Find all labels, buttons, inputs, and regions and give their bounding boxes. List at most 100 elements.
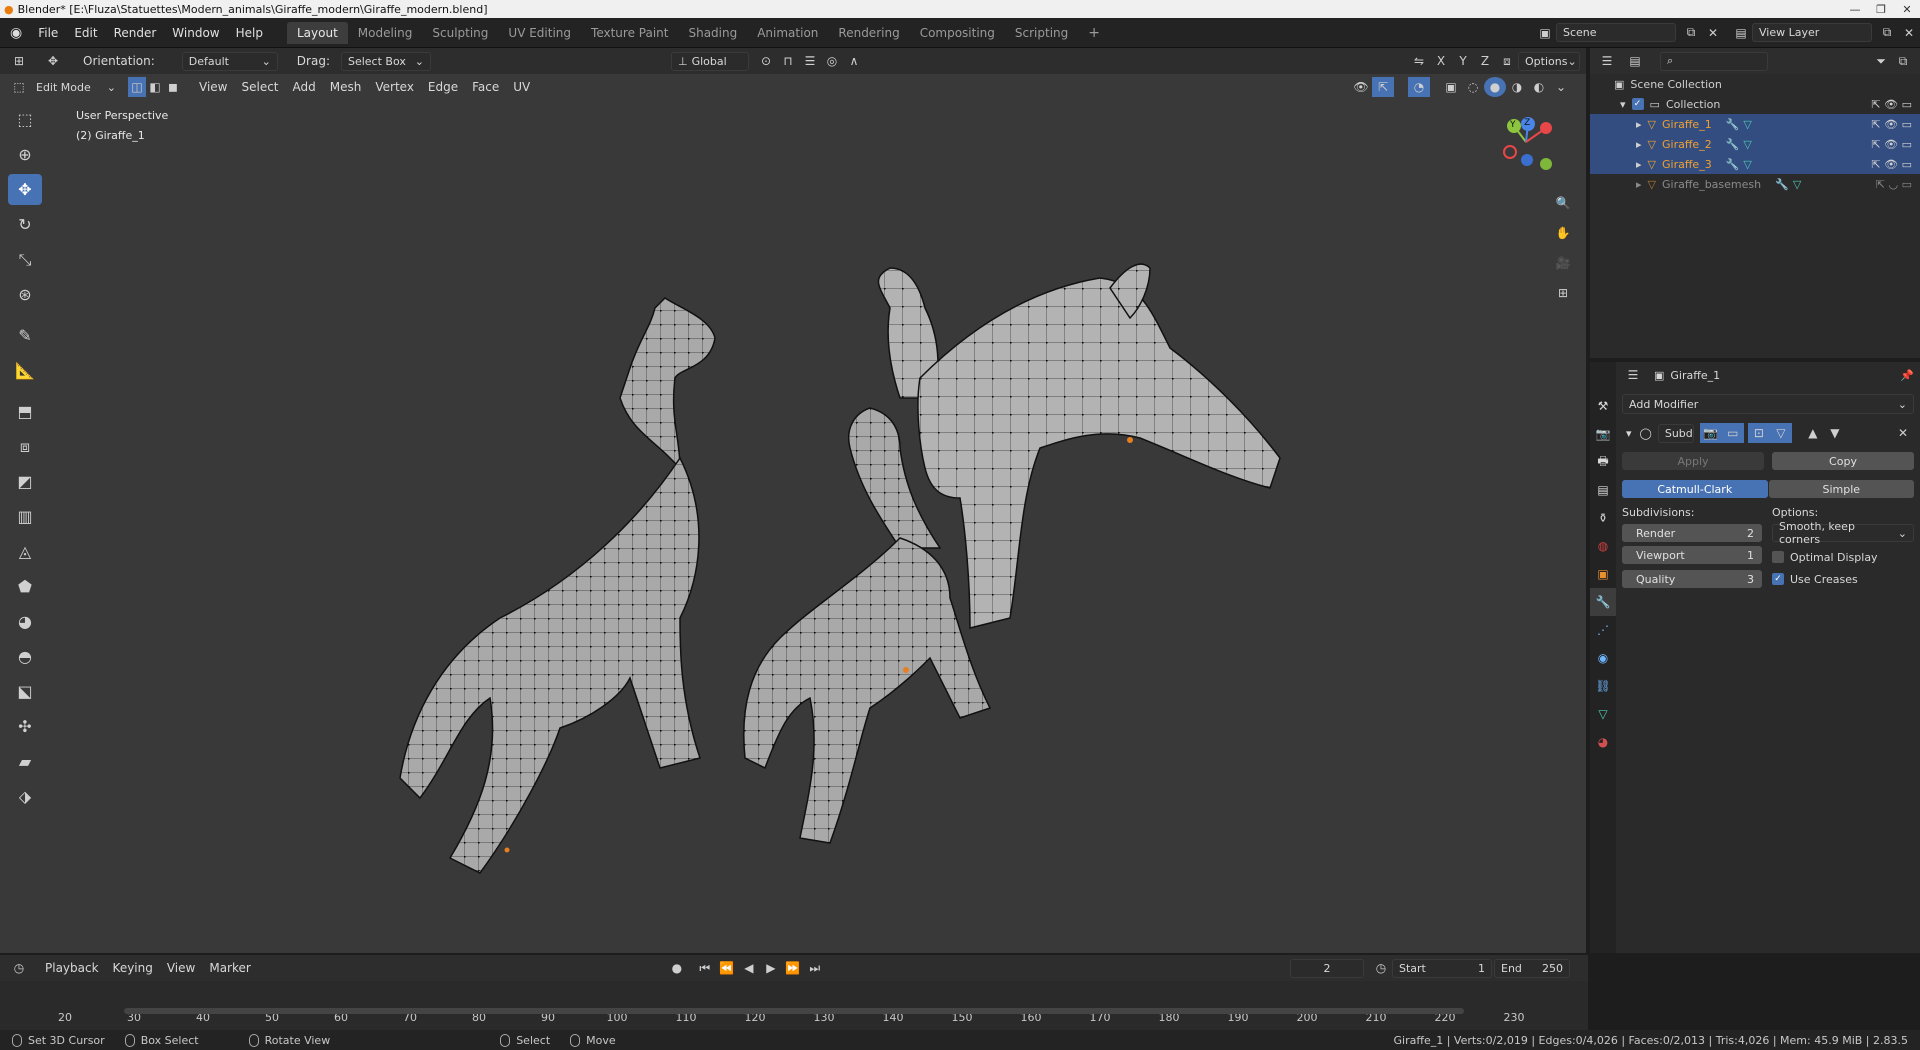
show-in-editmode-icon[interactable]: 📷 xyxy=(1699,423,1722,443)
camera-view-icon[interactable]: 🎥 xyxy=(1552,248,1574,278)
item-restrict-icons[interactable]: ⇱ ◡ ▭ xyxy=(1876,178,1912,191)
maximize-button[interactable]: ❐ xyxy=(1868,3,1894,16)
viewport-levels-field[interactable]: Viewport 1 xyxy=(1622,546,1762,564)
drag-dropdown[interactable]: Select Box ⌄ xyxy=(340,51,431,71)
boundary-smooth-dropdown[interactable]: Smooth, keep corners ⌄ xyxy=(1772,520,1914,546)
output-tab-icon[interactable]: 🖶 xyxy=(1590,448,1616,476)
measure-tool-icon[interactable]: 📐 xyxy=(8,355,42,386)
data-tab-icon[interactable]: ▽ xyxy=(1590,700,1616,728)
orientation-dropdown[interactable]: Default ⌄ xyxy=(181,51,278,71)
blender-menu-icon[interactable]: ◉ xyxy=(0,25,30,41)
item-restrict-icons[interactable]: ⇱ 👁 ▭ xyxy=(1871,138,1912,151)
snap-target-icon[interactable]: ☰ xyxy=(799,51,821,71)
tool-tab-icon[interactable]: ⚒ xyxy=(1590,392,1616,420)
menu-timeline-view[interactable]: View xyxy=(160,961,202,975)
pin-icon[interactable]: 📌 xyxy=(1900,369,1914,382)
use-creases-checkbox[interactable]: ✓ Use Creases xyxy=(1772,568,1914,590)
bevel-tool-icon[interactable]: ◩ xyxy=(8,466,42,497)
properties-editor-icon[interactable]: ☰ xyxy=(1622,365,1644,385)
new-view-layer-icon[interactable]: ⧉ xyxy=(1876,23,1898,43)
world-tab-icon[interactable]: ◍ xyxy=(1590,532,1616,560)
minimize-button[interactable]: — xyxy=(1842,3,1868,16)
render-levels-field[interactable]: Render 2 xyxy=(1622,524,1762,542)
current-frame-field[interactable]: 2 xyxy=(1290,958,1364,978)
quality-field[interactable]: Quality 3 xyxy=(1622,570,1762,588)
collapse-arrow-icon[interactable]: ▾ xyxy=(1626,427,1632,440)
modifier-name-field[interactable]: Subd xyxy=(1657,423,1694,443)
new-collection-icon[interactable]: ⧉ xyxy=(1892,51,1914,71)
overlays-icon[interactable]: ◔ xyxy=(1408,77,1430,97)
view-layer-tab-icon[interactable]: ▤ xyxy=(1590,476,1616,504)
jump-end-icon[interactable]: ⏭ xyxy=(804,958,826,978)
particles-tab-icon[interactable]: ⋰ xyxy=(1590,616,1616,644)
outliner-item-giraffe-1[interactable]: ▸ ▽ Giraffe_1 🔧 ▽ ⇱ 👁 ▭ xyxy=(1590,114,1920,134)
move-down-icon[interactable]: ▼ xyxy=(1824,423,1846,443)
edit-mode-icon[interactable]: ⬚ xyxy=(8,77,30,97)
collection-checkbox[interactable]: ✓ xyxy=(1631,98,1644,110)
timeline-editor-icon[interactable]: ◷ xyxy=(8,958,30,978)
view-layer-field[interactable]: View Layer xyxy=(1752,23,1872,42)
modifier-tab-icon[interactable]: 🔧 xyxy=(1590,588,1616,616)
shrink-fatten-tool-icon[interactable]: ✣ xyxy=(8,711,42,742)
outliner-collection[interactable]: ▾ ✓ ▭ Collection ⇱ 👁 ▭ xyxy=(1590,94,1920,114)
close-window-button[interactable]: ✕ xyxy=(1894,3,1920,16)
viewport-3d[interactable]: ⊞ ✥ Orientation: Default ⌄ Drag: Select B… xyxy=(0,48,1588,953)
outliner-item-giraffe-2[interactable]: ▸ ▽ Giraffe_2 🔧 ▽ ⇱ 👁 ▭ xyxy=(1590,134,1920,154)
navigation-gizmo[interactable]: Y Z xyxy=(1496,110,1566,180)
tab-compositing[interactable]: Compositing xyxy=(910,22,1005,44)
show-render-icon[interactable]: ⊡ xyxy=(1747,423,1770,443)
object-tab-icon[interactable]: ▣ xyxy=(1590,560,1616,588)
scale-tool-icon[interactable]: ⤡ xyxy=(8,244,42,275)
scene-field[interactable]: Scene xyxy=(1556,23,1676,42)
outliner-editor-icon[interactable]: ☰ xyxy=(1596,51,1618,71)
extrude-tool-icon[interactable]: ⬒ xyxy=(8,396,42,427)
physics-tab-icon[interactable]: ◉ xyxy=(1590,644,1616,672)
shear-tool-icon[interactable]: ▰ xyxy=(8,746,42,777)
menu-keying[interactable]: Keying xyxy=(106,961,160,975)
timeline-ruler[interactable]: 20 30 40 50 60 70 80 90 100 110 120 130 … xyxy=(0,981,1588,1030)
collection-restrict-icons[interactable]: ⇱ 👁 ▭ xyxy=(1871,98,1912,111)
show-viewport-icon[interactable]: ▭ xyxy=(1721,423,1744,443)
prev-keyframe-icon[interactable]: ⏪ xyxy=(716,958,738,978)
axis-x-toggle[interactable]: X xyxy=(1430,51,1452,71)
menu-help[interactable]: Help xyxy=(228,26,271,40)
shading-options-icon[interactable]: ⌄ xyxy=(1550,77,1572,97)
remove-scene-icon[interactable]: ✕ xyxy=(1702,23,1724,43)
axis-z-toggle[interactable]: Z xyxy=(1474,51,1496,71)
menu-file[interactable]: File xyxy=(30,26,66,40)
menu-edit[interactable]: Edit xyxy=(66,26,105,40)
solid-shading-icon[interactable]: ● xyxy=(1484,77,1506,97)
menu-window[interactable]: Window xyxy=(164,26,227,40)
rendered-shading-icon[interactable]: ◐ xyxy=(1528,77,1550,97)
tab-scripting[interactable]: Scripting xyxy=(1005,22,1078,44)
constraints-tab-icon[interactable]: ⛓ xyxy=(1590,672,1616,700)
loop-cut-tool-icon[interactable]: ▥ xyxy=(8,501,42,532)
tab-layout[interactable]: Layout xyxy=(286,21,348,44)
material-tab-icon[interactable]: ◕ xyxy=(1590,728,1616,756)
menu-mesh[interactable]: Mesh xyxy=(323,80,369,94)
remove-modifier-icon[interactable]: ✕ xyxy=(1892,423,1914,443)
edge-slide-tool-icon[interactable]: ⬕ xyxy=(8,676,42,707)
wireframe-shading-icon[interactable]: ◌ xyxy=(1462,77,1484,97)
item-restrict-icons[interactable]: ⇱ 👁 ▭ xyxy=(1871,158,1912,171)
add-modifier-dropdown[interactable]: Add Modifier ⌄ xyxy=(1622,394,1914,414)
snap-icon[interactable]: ⊓ xyxy=(777,51,799,71)
transform-orientation-dropdown[interactable]: ⊥ Global xyxy=(670,51,749,71)
tab-texture-paint[interactable]: Texture Paint xyxy=(581,22,678,44)
select-box-tool-icon[interactable]: ⬚ xyxy=(8,104,42,135)
remove-view-layer-icon[interactable]: ✕ xyxy=(1898,23,1920,43)
axis-y-toggle[interactable]: Y xyxy=(1452,51,1474,71)
options-dropdown[interactable]: Options ⌄ xyxy=(1518,51,1580,71)
vertex-select-icon[interactable]: ◫ xyxy=(128,77,146,97)
auto-merge-icon[interactable]: ⧈ xyxy=(1496,51,1518,71)
tab-animation[interactable]: Animation xyxy=(747,22,828,44)
move-up-icon[interactable]: ▲ xyxy=(1802,423,1824,443)
move-tool-icon[interactable]: ✥ xyxy=(42,51,64,71)
view-layer-icon[interactable]: ▤ xyxy=(1730,23,1752,43)
face-select-icon[interactable]: ◼ xyxy=(164,77,182,97)
item-restrict-icons[interactable]: ⇱ 👁 ▭ xyxy=(1871,118,1912,131)
catmull-clark-button[interactable]: Catmull-Clark xyxy=(1622,480,1768,498)
tab-sculpting[interactable]: Sculpting xyxy=(422,22,498,44)
tab-modeling[interactable]: Modeling xyxy=(348,22,423,44)
add-workspace-icon[interactable]: + xyxy=(1078,21,1110,45)
